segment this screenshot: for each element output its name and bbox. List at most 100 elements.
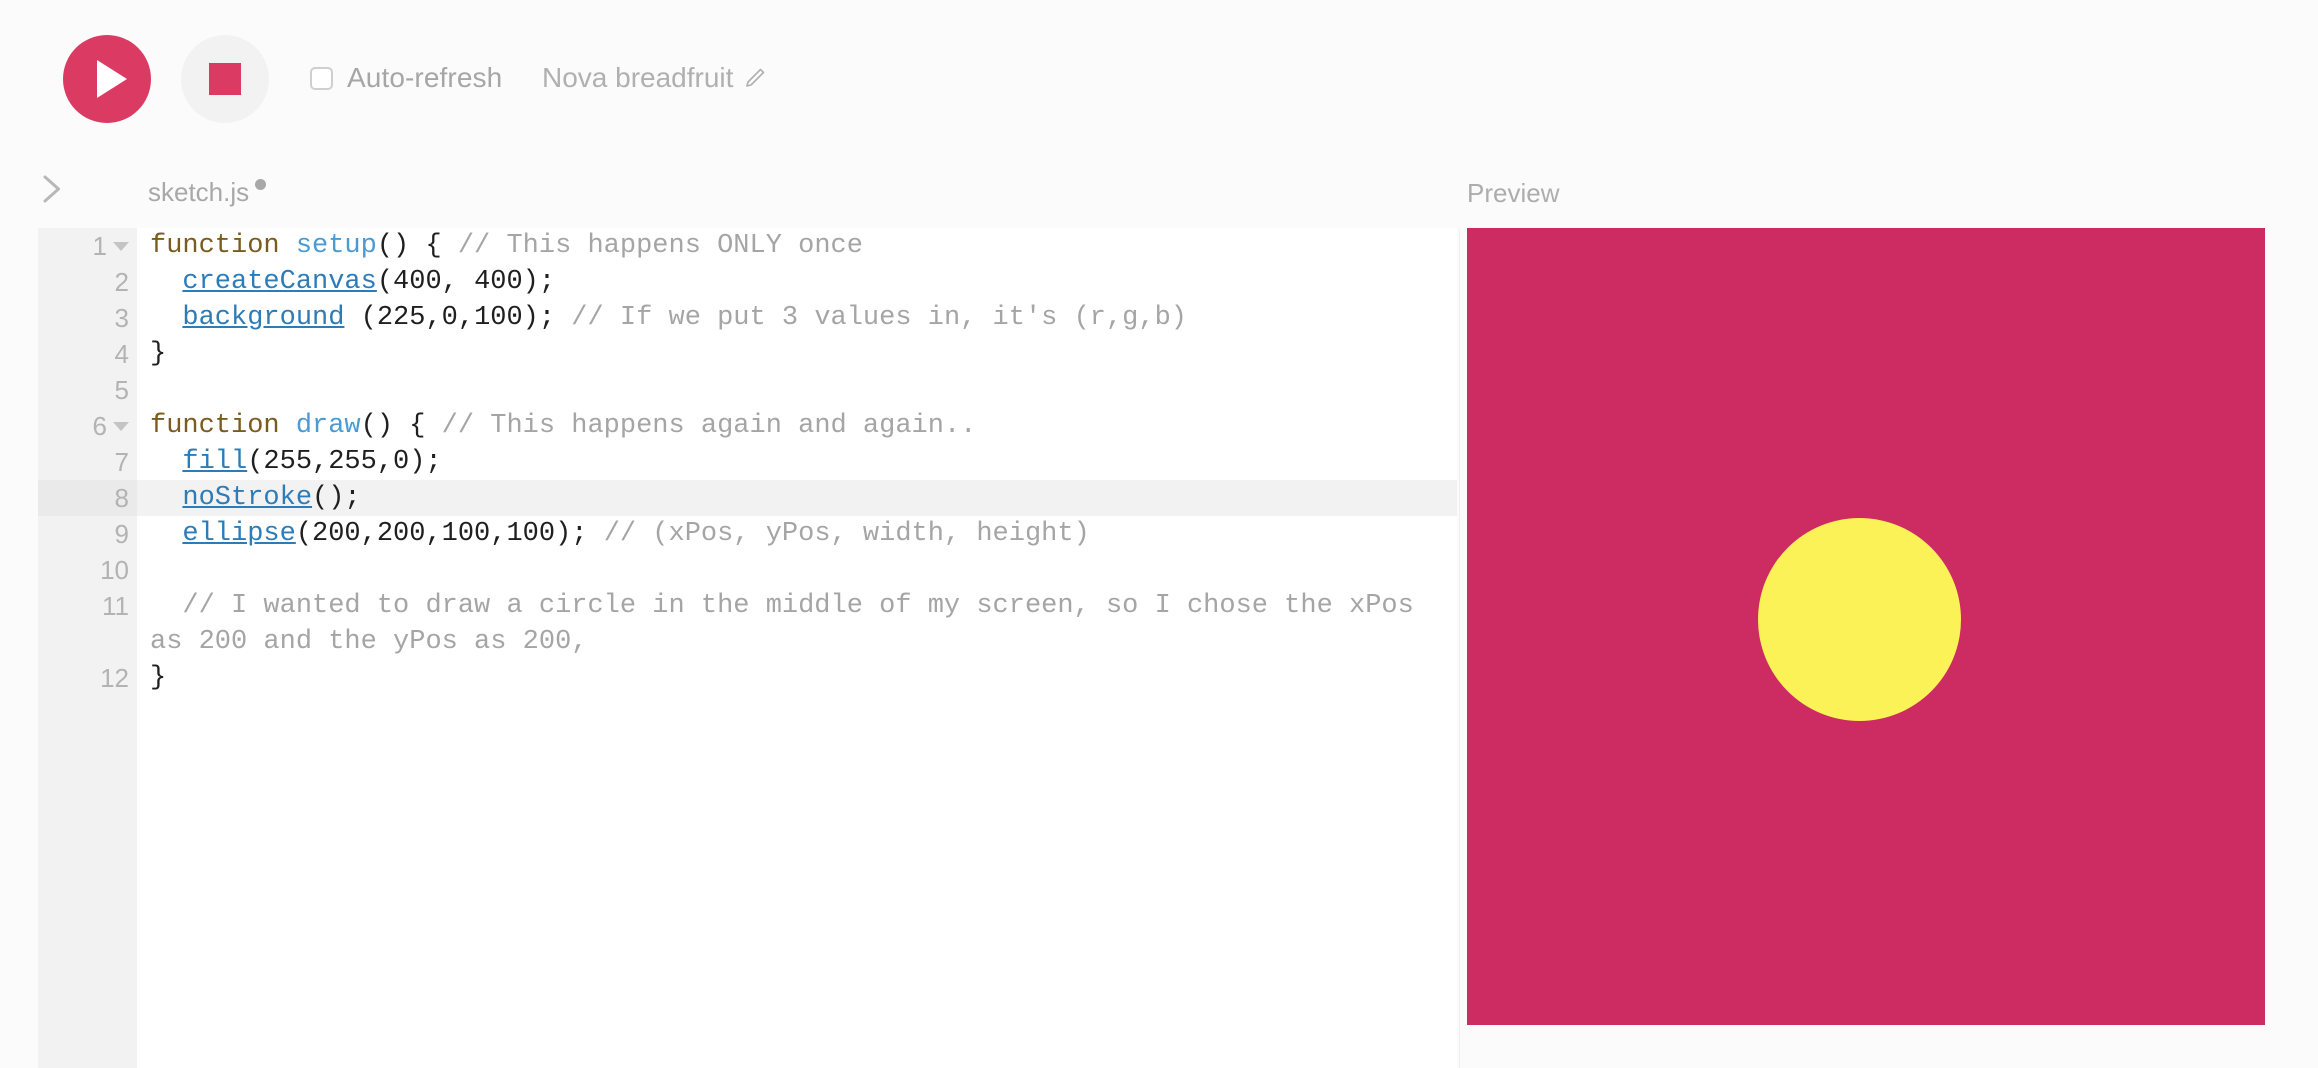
code-token: background — [182, 303, 345, 333]
preview-panel-label: Preview — [1467, 178, 1560, 208]
code-line-text[interactable]: fill(255,255,0); — [137, 444, 1457, 480]
code-token: ( — [295, 519, 313, 549]
chevron-right-icon[interactable] — [33, 170, 69, 208]
code-line[interactable]: 1 function setup() { // This happens ONLY… — [38, 228, 1457, 264]
code-token: // I wanted to draw a circle in the midd… — [150, 591, 1431, 657]
code-line[interactable]: 7 fill(255,255,0); — [38, 444, 1457, 480]
code-token: ); — [522, 303, 572, 333]
panel-divider — [1459, 228, 1460, 1068]
line-number: 12 — [100, 663, 129, 693]
code-text-area[interactable]: 1 function setup() { // This happens ONLY… — [38, 228, 1457, 1068]
play-triangle-icon — [96, 60, 127, 98]
code-token: , — [376, 447, 394, 477]
stop-square-icon — [209, 63, 241, 95]
line-number: 8 — [38, 480, 137, 516]
code-token: ( — [247, 447, 264, 477]
code-token: , — [490, 519, 507, 549]
code-token: function — [150, 231, 296, 261]
code-token: ); — [522, 267, 556, 297]
code-line[interactable]: 9 ellipse(200,200,100,100); // (xPos, yP… — [38, 516, 1457, 552]
code-token: 200 — [312, 519, 361, 549]
code-line[interactable]: 2 createCanvas(400, 400); — [38, 264, 1457, 300]
code-line-text[interactable]: } — [137, 660, 1457, 696]
code-token: , — [457, 303, 475, 333]
code-line-text[interactable]: } — [137, 336, 1457, 372]
code-editor-pane[interactable]: 1 function setup() { // This happens ONLY… — [38, 228, 1457, 1068]
code-token: 100 — [474, 303, 523, 333]
unsaved-indicator-dot — [255, 179, 267, 190]
code-token: 0 — [393, 447, 410, 477]
code-line-text[interactable]: createCanvas(400, 400); — [137, 264, 1457, 300]
code-line-text[interactable] — [137, 372, 1457, 408]
canvas-ellipse-shape — [1757, 517, 1961, 721]
code-line[interactable]: 12} — [38, 660, 1457, 696]
code-line-text[interactable] — [137, 552, 1457, 588]
code-token: , — [441, 267, 475, 297]
code-line-text[interactable]: noStroke(); — [137, 480, 1457, 516]
code-token: } — [150, 339, 167, 369]
line-number: 5 — [114, 375, 129, 405]
code-token: } — [150, 663, 167, 693]
pencil-icon[interactable] — [743, 66, 767, 90]
code-token: 200 — [376, 519, 426, 549]
line-number: 10 — [100, 555, 129, 585]
code-token: function — [150, 411, 296, 441]
play-button[interactable] — [63, 35, 151, 123]
sketch-canvas[interactable] — [1467, 228, 2265, 1025]
code-line-text[interactable]: function setup() { // This happens ONLY … — [137, 228, 1457, 264]
preview-pane — [1467, 228, 2318, 1068]
code-token: setup — [295, 231, 377, 261]
sketch-name-control[interactable]: Nova breadfruit — [542, 62, 767, 94]
line-number: 3 — [114, 303, 129, 333]
code-line[interactable]: 10 — [38, 552, 1457, 588]
code-token: // This happens ONLY once — [457, 231, 863, 261]
line-number: 6 — [38, 408, 137, 444]
line-number: 11 — [102, 591, 129, 621]
code-token: 0 — [441, 303, 458, 333]
file-tab-sketch-js[interactable]: sketch.js — [148, 177, 267, 207]
auto-refresh-checkbox[interactable] — [310, 66, 333, 90]
code-line[interactable]: 11 // I wanted to draw a circle in the m… — [38, 588, 1457, 660]
code-token: // (xPos, yPos, width, height) — [603, 519, 1090, 549]
code-token: () { — [360, 411, 442, 441]
code-line[interactable]: 3 background (225,0,100); // If we put 3… — [38, 300, 1457, 336]
code-token: ellipse — [182, 519, 296, 549]
code-token: 255 — [328, 447, 377, 477]
code-token: , — [360, 519, 377, 549]
code-token: createCanvas — [182, 267, 377, 297]
code-token: , — [312, 447, 329, 477]
code-token: () { — [376, 231, 458, 261]
code-line[interactable]: 5 — [38, 372, 1457, 408]
line-number: 4 — [114, 339, 129, 369]
code-line[interactable]: 8 noStroke(); — [38, 480, 1457, 516]
code-line-text[interactable]: ellipse(200,200,100,100); // (xPos, yPos… — [137, 516, 1457, 552]
code-token: 255 — [263, 447, 313, 477]
sketch-name-label[interactable]: Nova breadfruit — [542, 62, 733, 94]
line-number: 9 — [114, 519, 129, 549]
fold-triangle-icon[interactable] — [113, 242, 129, 251]
file-tab-label: sketch.js — [148, 177, 250, 207]
stop-button[interactable] — [181, 35, 269, 123]
code-token: fill — [182, 447, 248, 477]
fold-triangle-icon[interactable] — [113, 422, 129, 431]
code-line[interactable]: 4} — [38, 336, 1457, 372]
code-line-text[interactable]: function draw() { // This happens again … — [137, 408, 1457, 444]
code-token: , — [425, 303, 442, 333]
code-token: 100 — [506, 519, 556, 549]
auto-refresh-control[interactable]: Auto-refresh — [310, 62, 502, 94]
line-number: 7 — [114, 447, 129, 477]
code-token: noStroke — [182, 483, 313, 513]
code-line[interactable]: 6 function draw() { // This happens again… — [38, 408, 1457, 444]
code-token: ); — [555, 519, 604, 549]
code-line-text[interactable]: // I wanted to draw a circle in the midd… — [137, 588, 1457, 660]
code-token: ); — [409, 447, 442, 477]
code-token: // If we put 3 values in, it's (r,g,b) — [571, 303, 1187, 333]
code-token: ( — [376, 267, 394, 297]
code-token: (); — [312, 483, 361, 513]
code-line-text[interactable]: background (225,0,100); // If we put 3 v… — [137, 300, 1457, 336]
code-token: // This happens again and again.. — [441, 411, 977, 441]
